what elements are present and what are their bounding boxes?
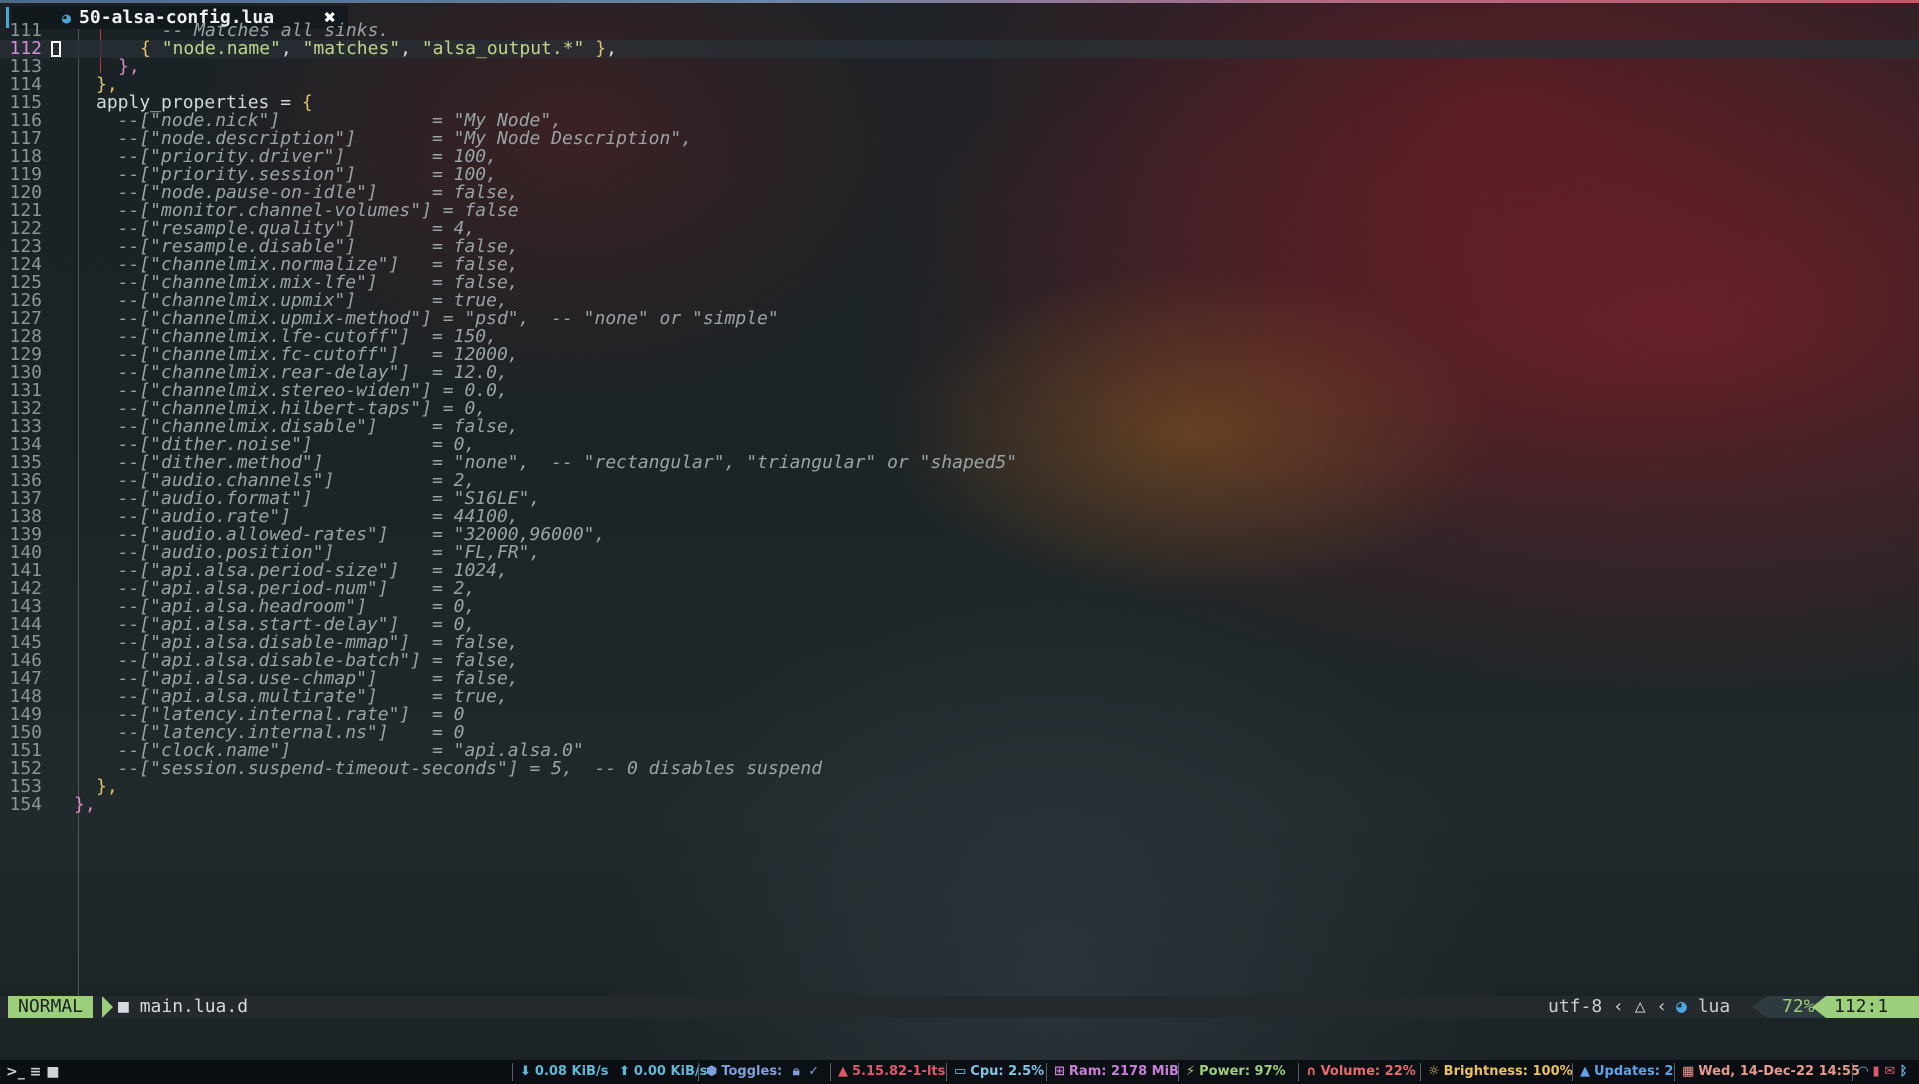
module-separator: [512, 1063, 513, 1081]
token: "node.name": [161, 38, 281, 59]
clock-module[interactable]: ▦ Wed, 14-Dec-22 14:55: [1682, 1060, 1860, 1084]
calendar-icon: ▦: [1682, 1064, 1695, 1079]
volume-level: Volume: 22%: [1320, 1064, 1416, 1079]
cpu-usage: Cpu: 2.5%: [970, 1064, 1045, 1079]
token: ,: [606, 38, 617, 59]
ram-module[interactable]: ⊞ Ram: 2178 MiB: [1054, 1060, 1179, 1084]
module-separator: [1298, 1063, 1299, 1081]
token: },: [74, 794, 96, 815]
segment-separator: [1812, 996, 1826, 1018]
toggles-module[interactable]: ⬢ Toggles: 🔒︎ ✓: [706, 1060, 819, 1084]
tray-icons[interactable]: ◠ ▮ ✉ ᛒ: [1858, 1060, 1907, 1084]
folder-icon: ■: [118, 996, 129, 1017]
warning-icon: ▲: [838, 1064, 848, 1079]
workspace-icons[interactable]: >_ ≡ ■: [6, 1064, 59, 1080]
token: {: [140, 38, 162, 59]
token: "matches": [302, 38, 401, 59]
code-line[interactable]: 153},: [0, 778, 1919, 796]
code-text: { "node.name", "matches", "alsa_output.*…: [140, 40, 617, 58]
token: --["session.suspend-timeout-seconds"] = …: [96, 758, 823, 779]
arch-icon: ▲: [1580, 1064, 1590, 1079]
segment-separator: [1752, 996, 1768, 1018]
lock-icon[interactable]: 🔒︎: [793, 1064, 800, 1079]
module-separator: [1674, 1063, 1675, 1081]
module-separator: [1420, 1063, 1421, 1081]
module-separator: [1046, 1063, 1047, 1081]
wifi-icon[interactable]: ◠: [1858, 1064, 1868, 1079]
system-bar: >_ ≡ ■ ⬇ 0.08 KiB/s ⬆ 0.00 KiB/s ⬢ Toggles:…: [0, 1060, 1919, 1084]
net-down: 0.08 KiB/s: [534, 1064, 609, 1079]
linux-icon: △: [1634, 996, 1646, 1017]
brightness-level: Brightness: 100%: [1443, 1064, 1573, 1079]
token: "alsa_output.*": [421, 38, 585, 59]
segment-separator: ‹: [1656, 996, 1668, 1017]
volume-module[interactable]: ∩ Volume: 22%: [1306, 1060, 1416, 1084]
token: ,: [400, 38, 422, 59]
updates-count: Updates: 2: [1594, 1064, 1674, 1079]
sun-icon: ☼: [1428, 1064, 1440, 1079]
monitor-icon: ▭: [954, 1064, 967, 1079]
encoding: utf-8: [1548, 996, 1603, 1017]
lua-file-icon: ◕: [1676, 996, 1687, 1017]
code-line[interactable]: 152 --["session.suspend-timeout-seconds"…: [0, 760, 1919, 778]
token: },: [118, 56, 140, 77]
arrow-down-icon: ⬇: [520, 1064, 531, 1079]
cube-icon: ⬢: [706, 1064, 718, 1079]
power-module[interactable]: ⚡︎ Power: 97%: [1186, 1060, 1286, 1084]
network-module[interactable]: ⬇ 0.08 KiB/s ⬆ 0.00 KiB/s: [520, 1060, 707, 1084]
ram-usage: Ram: 2178 MiB: [1068, 1064, 1179, 1079]
kernel-module: ▲ 5.15.82-1-lts: [838, 1060, 945, 1084]
code-line-current[interactable]: 112{ "node.name", "matches", "alsa_outpu…: [0, 40, 1919, 58]
token: },: [96, 776, 118, 797]
module-separator: [830, 1063, 831, 1081]
module-separator: [698, 1063, 699, 1081]
arrow-up-icon: ⬆: [618, 1064, 630, 1079]
cpu-module[interactable]: ▭ Cpu: 2.5%: [954, 1060, 1044, 1084]
code-text: --["session.suspend-timeout-seconds"] = …: [96, 760, 822, 778]
updates-module[interactable]: ▲ Updates: 2: [1580, 1060, 1673, 1084]
statusline: NORMAL ■ main.lua.d utf-8 ‹ △ ‹ ◕ lua 72…: [0, 996, 1919, 1018]
memory-icon: ⊞: [1054, 1064, 1065, 1079]
block-cursor: [51, 41, 61, 57]
bolt-icon: ⚡︎: [1186, 1064, 1196, 1079]
filetype-segment: ◕ lua: [1676, 996, 1730, 1018]
editor-buffer[interactable]: 111 -- Matches all sinks. 112{ "node.name…: [0, 22, 1919, 997]
token: }: [584, 38, 607, 59]
cursor-position: 112:1: [1826, 996, 1919, 1018]
module-separator: [946, 1063, 947, 1081]
line-number: 154: [9, 794, 42, 815]
mail-icon[interactable]: ✉: [1884, 1064, 1895, 1079]
brightness-module[interactable]: ☼ Brightness: 100%: [1428, 1060, 1573, 1084]
mode-indicator: NORMAL: [8, 996, 94, 1018]
encoding-segment: utf-8 ‹ △ ‹: [1548, 996, 1667, 1018]
code-line[interactable]: 154},: [0, 796, 1919, 814]
bluetooth-icon[interactable]: ᛒ: [1900, 1064, 1908, 1079]
code-text: },: [118, 58, 140, 76]
code-text: },: [74, 796, 96, 814]
battery-icon[interactable]: ▮: [1873, 1064, 1880, 1079]
net-up: 0.00 KiB/s: [633, 1064, 708, 1079]
segment-separator: ‹: [1613, 996, 1635, 1017]
mode-separator: [102, 996, 113, 1018]
headphones-icon: ∩: [1306, 1064, 1317, 1079]
power-level: Power: 97%: [1199, 1064, 1286, 1079]
module-separator: [1852, 1063, 1853, 1081]
code-text: },: [96, 778, 118, 796]
code-line[interactable]: 113},: [0, 58, 1919, 76]
module-separator: [1572, 1063, 1573, 1081]
kernel-version: 5.15.82-1-lts: [852, 1064, 946, 1079]
filetype: lua: [1697, 996, 1731, 1017]
module-separator: [1178, 1063, 1179, 1081]
check-icon[interactable]: ✓: [808, 1064, 819, 1079]
folder-segment: ■ main.lua.d: [118, 996, 248, 1018]
toggles-label: Toggles:: [721, 1064, 783, 1079]
clock: Wed, 14-Dec-22 14:55: [1698, 1064, 1860, 1079]
folder-name: main.lua.d: [139, 996, 249, 1017]
token: ,: [280, 38, 303, 59]
